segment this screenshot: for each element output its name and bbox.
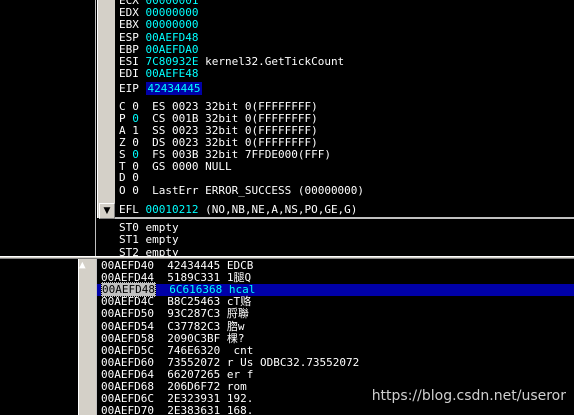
efl-row: EFL 00010212 (NO,NB,NE,A,NS,PO,GE,G) — [119, 203, 358, 216]
dump-row[interactable]: 00AEFD70 2E383631 168. — [97, 404, 574, 415]
registers-pane: ECX 00000001 EDX 00000000 EBX 00000000 E… — [115, 0, 574, 218]
dump-ascii: r Us ODBC32.73552072 — [226, 355, 360, 369]
eip-value[interactable]: 42434445 — [145, 82, 203, 95]
dump-value[interactable]: 2E323931 — [167, 392, 220, 405]
efl-desc: (NO,NB,NE,A,NS,PO,GE,G) — [205, 203, 358, 216]
register-row[interactable]: ESP 00AEFD48 — [119, 30, 205, 44]
flag-o: O 0 — [119, 184, 139, 197]
dump-ascii: 棵? — [226, 331, 245, 345]
register-value[interactable]: 00AEFD48 — [146, 31, 199, 44]
fpu-register-name: ST2 — [119, 245, 139, 256]
register-name: EBX — [119, 18, 139, 32]
register-name: ESP — [119, 30, 139, 44]
dump-value[interactable]: 206D6F72 — [167, 380, 220, 393]
fpu-pane: ST0 empty ST1 empty ST2 empty — [115, 218, 574, 256]
dump-address[interactable]: 00AEFD50 — [101, 307, 154, 321]
lasterr-label: LastErr — [152, 184, 199, 197]
fpu-row[interactable]: ST2 empty — [119, 245, 179, 256]
dump-scrollbar[interactable]: ▲ — [78, 258, 96, 415]
dump-ascii: rom — [226, 380, 247, 393]
register-name: ESI — [119, 55, 139, 68]
dump-ascii: cT赂 — [226, 295, 252, 309]
register-value[interactable]: 00000000 — [146, 6, 199, 19]
fpu-register-value: empty — [145, 221, 179, 234]
register-row[interactable]: EDI 00AEFE48 — [119, 67, 205, 81]
dump-value[interactable]: 746E6320 — [167, 344, 220, 357]
register-row[interactable]: EBP 00AEFDA0 — [119, 42, 205, 56]
register-value[interactable]: 7C80932E — [146, 55, 199, 68]
fpu-row[interactable]: ST1 empty — [119, 233, 179, 247]
lasterr-value: ERROR_SUCCESS (00000000) — [205, 184, 365, 197]
registers-scrollbar[interactable]: ▼ — [97, 0, 115, 219]
lasterr-row: O 0 LastErr ERROR_SUCCESS (00000000) — [119, 184, 365, 197]
dump-address[interactable]: 00AEFD60 — [101, 356, 154, 369]
dump-ascii: 192. — [226, 392, 254, 406]
dump-address[interactable]: 00AEFD4C — [101, 295, 154, 308]
register-comment: kernel32.GetTickCount — [205, 55, 345, 68]
dump-value[interactable]: 73552072 — [167, 356, 220, 369]
register-row[interactable]: EDX 00000000 — [119, 6, 205, 20]
segment-name: GS — [152, 160, 166, 173]
dump-address[interactable]: 00AEFD58 — [101, 332, 154, 345]
left-pane-lower — [0, 218, 96, 256]
dump-value[interactable]: 2090C3BF — [167, 332, 220, 345]
register-value[interactable]: 00AEFE48 — [146, 67, 199, 80]
dump-address[interactable]: 00AEFD6C — [101, 392, 154, 405]
dump-address[interactable]: 00AEFD54 — [101, 320, 154, 333]
register-row[interactable]: ESI 7C80932E kernel32.GetTickCount — [119, 55, 345, 68]
dump-value[interactable]: C37782C3 — [167, 320, 220, 333]
dump-value[interactable]: 93C287C3 — [167, 307, 220, 321]
dump-ascii: 168. — [226, 404, 254, 415]
efl-value[interactable]: 00010212 — [146, 203, 199, 216]
dump-ascii: EDCB — [226, 259, 254, 272]
eip-row[interactable]: EIP 42434445 — [119, 82, 203, 95]
efl-label: EFL — [119, 203, 139, 216]
fpu-register-value: empty — [145, 245, 179, 256]
flag-d: D 0 — [119, 171, 139, 184]
dump-address[interactable]: 00AEFD68 — [101, 380, 154, 393]
fpu-register-name: ST0 — [119, 221, 139, 234]
register-name: EBP — [119, 42, 139, 56]
dump-value[interactable]: 2E383631 — [167, 404, 220, 415]
fpu-row[interactable]: ST0 empty — [119, 221, 179, 234]
scroll-up-arrow-icon[interactable]: ▲ — [79, 258, 96, 272]
watermark: https://blog.csdn.net/useror — [369, 388, 568, 405]
fpu-register-value: empty — [145, 233, 179, 247]
segment-mode: NULL — [205, 160, 232, 173]
dump-value[interactable]: 42434445 — [167, 259, 220, 272]
register-value[interactable]: 00AEFDA0 — [146, 43, 199, 56]
flag-d-row: D 0 — [119, 171, 139, 184]
dump-address[interactable]: 00AEFD70 — [101, 404, 154, 415]
dump-value[interactable]: 66207265 — [167, 368, 220, 381]
dump-ascii: cnt — [226, 343, 254, 357]
segment-selector: 0000 — [172, 160, 199, 173]
fpu-register-name: ST1 — [119, 233, 139, 247]
dump-ascii: 脟聯 — [226, 307, 249, 321]
scroll-down-arrow-icon[interactable]: ▼ — [99, 203, 115, 219]
dump-address[interactable]: 00AEFD5C — [101, 344, 154, 357]
register-row[interactable]: EBX 00000000 — [119, 18, 205, 32]
dump-value[interactable]: B8C25463 — [167, 295, 220, 308]
dump-left-blank — [0, 259, 78, 415]
register-value[interactable]: 00000000 — [146, 18, 199, 32]
eip-label: EIP — [119, 82, 139, 95]
left-pane — [0, 0, 96, 218]
register-name: EDX — [119, 6, 139, 20]
dump-address[interactable]: 00AEFD64 — [101, 368, 154, 381]
dump-ascii: er f — [226, 367, 254, 381]
segment-range: 7FFDE000(FFF) — [244, 148, 331, 161]
dump-ascii: 脗w — [226, 319, 245, 333]
register-name: EDI — [119, 67, 139, 81]
dump-address[interactable]: 00AEFD40 — [101, 259, 154, 272]
